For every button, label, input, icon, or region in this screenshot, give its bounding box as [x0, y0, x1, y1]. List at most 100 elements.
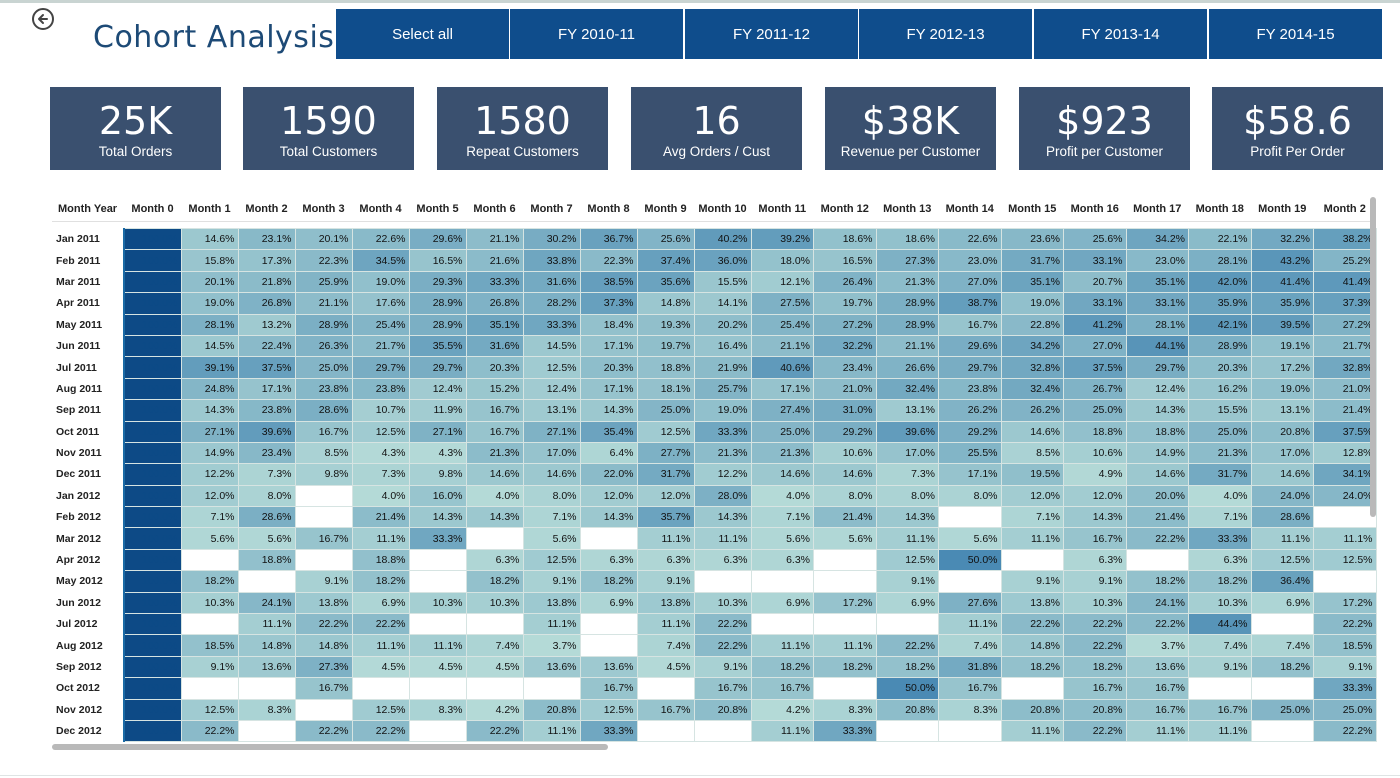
- cohort-cell: 20.8%: [1250, 420, 1314, 443]
- column-header[interactable]: Month 14: [938, 197, 1001, 222]
- column-header[interactable]: Month 12: [813, 197, 876, 222]
- table-row[interactable]: Oct 2011 100.0% 27.1% 39.6% 16.7% 12.5% 27.1% 1…: [52, 420, 1377, 443]
- table-row[interactable]: Mar 2011 100.0% 20.1% 21.8% 25.9% 19.0% 29.3% 3…: [52, 270, 1377, 294]
- back-button[interactable]: [32, 8, 54, 30]
- column-header[interactable]: Month 13: [876, 197, 939, 222]
- cohort-cell: 16.7%: [294, 527, 353, 550]
- table-row[interactable]: Sep 2012 100.0% 9.1% 13.6% 27.3% 4.5% 4.5% 4.5%…: [52, 655, 1377, 679]
- cohort-cell: [1250, 719, 1314, 743]
- column-header[interactable]: Month 6: [466, 197, 523, 222]
- slicer-fy-button[interactable]: FY 2012-13: [859, 9, 1032, 59]
- cohort-cell: 27.2%: [1313, 313, 1377, 336]
- cohort-cell: 6.3%: [750, 548, 814, 572]
- column-header[interactable]: Month 16: [1063, 197, 1126, 222]
- column-header[interactable]: Month 17: [1126, 197, 1189, 222]
- cohort-cell: 50.0%: [938, 548, 1002, 572]
- table-row[interactable]: Feb 2011 100.0% 15.8% 17.3% 22.3% 34.5% 16.5% 2…: [52, 249, 1377, 272]
- cohort-cell-month0: 100.0%: [123, 506, 182, 529]
- cohort-cell: 21.0%: [1313, 377, 1377, 401]
- table-row[interactable]: Apr 2011 100.0% 19.0% 26.8% 21.1% 17.6% 28.9% 2…: [52, 292, 1377, 315]
- cohort-cell: 16.5%: [408, 249, 467, 272]
- table-row[interactable]: Aug 2011 100.0% 24.8% 17.1% 23.8% 23.8% 12.4% 1…: [52, 377, 1377, 401]
- cohort-cell: 12.5%: [579, 698, 638, 721]
- cohort-cell: 11.1%: [636, 527, 695, 550]
- cohort-cell: 14.6%: [522, 463, 581, 486]
- horizontal-scrollbar[interactable]: [52, 744, 608, 750]
- column-header[interactable]: Month 9: [637, 197, 694, 222]
- cohort-cell-month0: 100.0%: [123, 334, 182, 358]
- column-header[interactable]: Month 11: [751, 197, 814, 222]
- column-header[interactable]: Month 3: [295, 197, 352, 222]
- cohort-cell: 17.1%: [579, 334, 638, 358]
- cohort-cell: 16.7%: [938, 677, 1002, 700]
- table-row[interactable]: Jan 2011 100.0% 14.6% 23.1% 20.1% 22.6% 29.6% 2…: [52, 227, 1377, 251]
- table-row[interactable]: Dec 2011 100.0% 12.2% 7.3% 9.8% 7.3% 9.8% 14.6%…: [52, 463, 1377, 486]
- cohort-cell: 12.5%: [522, 548, 581, 572]
- cohort-cell: 22.2%: [351, 719, 410, 743]
- cohort-cell: 12.5%: [1250, 548, 1314, 572]
- cohort-cell: 26.2%: [938, 399, 1002, 422]
- cohort-cell: 27.4%: [750, 399, 814, 422]
- cohort-cell: 9.1%: [294, 570, 353, 593]
- column-header-month-year[interactable]: Month Year: [52, 197, 124, 222]
- cohort-cell: 23.6%: [1000, 227, 1064, 251]
- column-header[interactable]: Month 7: [523, 197, 580, 222]
- cohort-cell: 10.3%: [465, 591, 524, 615]
- table-row[interactable]: Sep 2011 100.0% 14.3% 23.8% 28.6% 10.7% 11.9% 1…: [52, 399, 1377, 422]
- table-row[interactable]: Oct 2012 100.0% 16.7% 16.7% 16.7% 16.7% 50.0% 1…: [52, 677, 1377, 700]
- cohort-cell: 13.1%: [1250, 399, 1314, 422]
- table-row[interactable]: Mar 2012 100.0% 5.6% 5.6% 16.7% 11.1% 33.3% 5.6…: [52, 527, 1377, 550]
- table-row[interactable]: Feb 2012 100.0% 7.1% 28.6% 21.4% 14.3% 14.3% 7.…: [52, 506, 1377, 529]
- slicer-select-all-button[interactable]: Select all: [336, 9, 509, 59]
- cohort-cell: 14.3%: [693, 506, 752, 529]
- cohort-cell: 33.8%: [522, 249, 581, 272]
- slicer-fy-button[interactable]: FY 2013-14: [1034, 9, 1207, 59]
- table-row[interactable]: Nov 2012 100.0% 12.5% 8.3% 12.5% 8.3% 4.2% 20.8…: [52, 698, 1377, 721]
- table-row[interactable]: Jan 2012 100.0% 12.0% 8.0% 4.0% 16.0% 4.0% 8.0%…: [52, 484, 1377, 508]
- column-header[interactable]: Month 1: [181, 197, 238, 222]
- column-header[interactable]: Month 0: [124, 197, 181, 222]
- cohort-cell: 39.6%: [237, 420, 296, 443]
- cohort-cell: 19.7%: [636, 334, 695, 358]
- vertical-scrollbar[interactable]: [1370, 197, 1376, 517]
- page-title: Cohort Analysis: [93, 20, 335, 55]
- slicer-fy-button[interactable]: FY 2011-12: [685, 9, 858, 59]
- table-row[interactable]: Nov 2011 100.0% 14.9% 23.4% 8.5% 4.3% 4.3% 21.3…: [52, 441, 1377, 465]
- column-header[interactable]: Month 19: [1251, 197, 1314, 222]
- cohort-cell: 33.3%: [408, 527, 467, 550]
- column-header[interactable]: Month 5: [409, 197, 466, 222]
- column-header[interactable]: Month 15: [1001, 197, 1064, 222]
- slicer-fy-button[interactable]: FY 2014-15: [1209, 9, 1382, 59]
- table-row[interactable]: Jun 2012 100.0% 10.3% 24.1% 13.8% 6.9% 10.3% 10…: [52, 591, 1377, 615]
- column-header[interactable]: Month 4: [352, 197, 409, 222]
- cohort-cell: 17.2%: [813, 591, 877, 615]
- column-header[interactable]: Month 2: [238, 197, 295, 222]
- column-header[interactable]: Month 8: [580, 197, 637, 222]
- row-label: Mar 2012: [52, 527, 125, 550]
- cohort-cell: 7.1%: [180, 506, 239, 529]
- cohort-cell: 27.1%: [180, 420, 239, 443]
- cohort-cell: 4.0%: [465, 484, 524, 508]
- cohort-cell: 26.7%: [1063, 377, 1127, 401]
- slicer-fy-button[interactable]: FY 2010-11: [510, 9, 683, 59]
- table-row[interactable]: Aug 2012 100.0% 18.5% 14.8% 14.8% 11.1% 11.1% 7…: [52, 634, 1377, 657]
- cohort-cell: 5.6%: [938, 527, 1002, 550]
- table-row[interactable]: May 2011 100.0% 28.1% 13.2% 28.9% 25.4% 28.9% 3…: [52, 313, 1377, 336]
- table-row[interactable]: May 2012 100.0% 18.2% 9.1% 18.2% 18.2% 9.1% 18.…: [52, 570, 1377, 593]
- cohort-matrix[interactable]: Month Year Month 0 Month 1 Month 2 Month 3 Mo…: [52, 197, 1380, 745]
- table-row[interactable]: Jul 2011 100.0% 39.1% 37.5% 25.0% 29.7% 29.7% 2…: [52, 356, 1377, 379]
- cohort-cell: 22.3%: [294, 249, 353, 272]
- cohort-cell: 31.6%: [522, 270, 581, 294]
- cohort-cell: 18.2%: [351, 570, 410, 593]
- table-row[interactable]: Jul 2012 100.0% 11.1% 22.2% 22.2% 11.1% 11.1% 2…: [52, 613, 1377, 636]
- column-header[interactable]: Month 18: [1188, 197, 1251, 222]
- cohort-cell: 35.9%: [1250, 292, 1314, 315]
- table-row[interactable]: Apr 2012 100.0% 18.8% 18.8% 6.3% 12.5% 6.3% 6.3…: [52, 548, 1377, 572]
- column-header[interactable]: Month 10: [694, 197, 751, 222]
- cohort-cell: 30.2%: [522, 227, 581, 251]
- column-header[interactable]: Month 2: [1313, 197, 1376, 222]
- kpi-value: 16: [692, 99, 741, 143]
- table-row[interactable]: Dec 2012 100.0% 22.2% 22.2% 22.2% 22.2% 11.1% 3…: [52, 719, 1377, 743]
- cohort-cell: 44.4%: [1188, 613, 1252, 636]
- table-row[interactable]: Jun 2011 100.0% 14.5% 22.4% 26.3% 21.7% 35.5% 3…: [52, 334, 1377, 358]
